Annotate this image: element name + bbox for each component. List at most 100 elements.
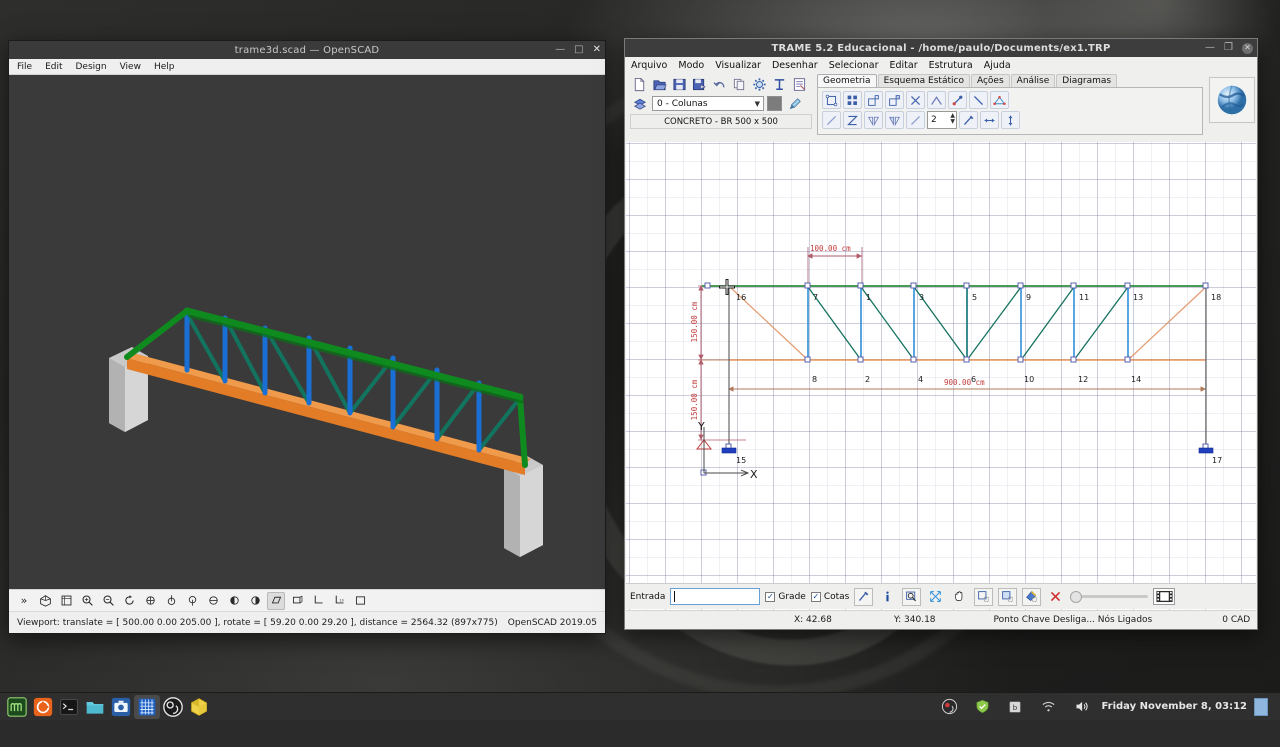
openscad-titlebar[interactable]: trame3d.scad — OpenSCAD — □ ✕ [9,41,605,59]
layer-select[interactable]: 0 - Colunas ▼ [652,96,764,111]
trame-drawing-canvas[interactable]: 100.00 cm 150.00 cm 150.00 cm 900.00 cm [626,142,1256,622]
zigzag-tool-icon[interactable] [843,111,862,129]
apex-tool-icon[interactable] [927,91,946,109]
zoom-window-icon[interactable] [902,587,922,606]
view-right-icon[interactable] [141,592,159,610]
segment-tool-icon[interactable] [906,111,925,129]
minimize-button[interactable]: — [1205,43,1215,53]
shield-icon[interactable] [969,695,995,719]
report-icon[interactable] [790,75,809,93]
maximize-button[interactable]: ❐ [1224,43,1233,53]
orthogonal-icon[interactable] [288,592,306,610]
menu-item-edit[interactable]: Edit [45,62,62,72]
info-icon[interactable] [878,588,897,606]
vertical-dim-icon[interactable] [1001,111,1020,129]
firefox-icon[interactable] [30,695,56,719]
select-window-icon[interactable] [974,587,994,606]
mirror-tool-icon[interactable] [864,111,883,129]
horizontal-dim-icon[interactable] [980,111,999,129]
color-fill-icon[interactable] [1022,587,1042,606]
tab-analise[interactable]: Análise [1010,74,1056,87]
undo-icon[interactable] [710,75,729,93]
stepper-arrows[interactable]: ▲ ▼ [950,113,955,125]
grade-checkbox[interactable]: ✓ Grade [765,591,806,602]
show-desktop-button[interactable] [1254,697,1268,716]
line-tool-icon[interactable] [969,91,988,109]
slider-knob[interactable] [1070,590,1083,603]
entry-input[interactable] [670,588,761,605]
menu-item-arquivo[interactable]: Arquivo [631,60,667,71]
view-top-icon[interactable] [162,592,180,610]
trame-taskbar-icon[interactable] [134,694,160,719]
menu-item-editar[interactable]: Editar [889,60,917,71]
openscad-window[interactable]: trame3d.scad — OpenSCAD — □ ✕ File Edit … [8,40,606,634]
copy-icon[interactable] [730,75,749,93]
trame-file-toolbar[interactable] [627,74,815,94]
preview-icon[interactable] [36,592,54,610]
openscad-3d-viewport[interactable] [9,75,605,589]
new-file-icon[interactable] [630,75,649,93]
perspective-icon[interactable] [267,591,285,610]
menu-mint-icon[interactable] [4,695,30,719]
measure-tool-icon[interactable] [959,111,978,129]
view-left-icon[interactable] [204,592,222,610]
menu-item-file[interactable]: File [17,62,32,72]
node-offset-alt-tool-icon[interactable] [885,91,904,109]
volume-icon[interactable] [1068,695,1094,719]
files-icon[interactable] [82,695,108,719]
toolbar-overflow-icon[interactable]: » [15,592,33,610]
openscad-view-toolbar[interactable]: » 10 [9,589,605,611]
save-file-icon[interactable] [670,75,689,93]
openscad-menubar[interactable]: File Edit Design View Help [9,59,605,75]
tab-acoes[interactable]: Ações [970,74,1010,87]
system-tray[interactable]: b Friday November 8, 03:12 [936,695,1276,719]
pencil-edit-icon[interactable] [854,587,874,606]
clock[interactable]: Friday November 8, 03:12 [1101,701,1247,712]
zoom-out-icon[interactable] [99,592,117,610]
diagonal-tool-icon[interactable] [822,111,841,129]
minimize-button[interactable]: — [555,45,565,55]
network-icon[interactable] [1035,695,1061,719]
settings-gear-icon[interactable] [750,75,769,93]
text-tool-icon[interactable] [770,75,789,93]
bar-node-tool-icon[interactable] [948,91,967,109]
menu-item-ajuda[interactable]: Ajuda [984,60,1011,71]
obs-icon[interactable] [160,695,186,719]
delete-cross-tool-icon[interactable] [906,91,925,109]
tab-geometria[interactable]: Geometria [817,74,877,87]
filmstrip-icon[interactable] [1153,588,1176,605]
truss-tool-icon[interactable] [990,91,1009,109]
chevron-down-icon[interactable]: ▼ [755,100,760,108]
cotas-checkbox[interactable]: ✓ Cotas [810,591,849,602]
tab-esquema-estatico[interactable]: Esquema Estático [877,74,970,87]
trame-window[interactable]: TRAME 5.2 Educacional - /home/paulo/Docu… [624,38,1258,630]
trame-layer-row[interactable]: 0 - Colunas ▼ [627,94,815,113]
openscad-taskbar-icon[interactable] [186,695,212,719]
cotas-checkbox-box[interactable]: ✓ [810,591,821,602]
reset-view-icon[interactable] [120,592,138,610]
layer-color-swatch[interactable] [767,96,782,111]
node-offset-tool-icon[interactable] [864,91,883,109]
delete-red-x-icon[interactable] [1046,588,1065,606]
zoom-slider[interactable] [1070,590,1149,604]
show-crosshairs-icon[interactable] [351,592,369,610]
show-scale-icon[interactable]: 10 [330,592,348,610]
menu-item-desenhar[interactable]: Desenhar [772,60,818,71]
save-as-icon[interactable] [690,75,709,93]
trame-menubar[interactable]: Arquivo Modo Visualizar Desenhar Selecio… [625,57,1257,73]
show-axes-icon[interactable] [309,592,327,610]
maximize-button[interactable]: □ [574,45,583,55]
menu-item-estrutura[interactable]: Estrutura [929,60,973,71]
view-bottom-icon[interactable] [183,592,201,610]
zoom-extents-icon[interactable] [926,588,945,606]
paint-brush-icon[interactable] [785,95,804,113]
zoom-in-icon[interactable] [78,592,96,610]
screenshot-icon[interactable] [108,695,134,719]
menu-item-modo[interactable]: Modo [678,60,704,71]
render-icon[interactable] [57,592,75,610]
trame-titlebar[interactable]: TRAME 5.2 Educacional - /home/paulo/Docu… [625,39,1257,57]
3d-view-globe-icon[interactable] [1209,77,1255,123]
open-file-icon[interactable] [650,75,669,93]
close-button[interactable]: ✕ [593,45,601,55]
keyboard-layout-icon[interactable]: b [1002,695,1028,719]
